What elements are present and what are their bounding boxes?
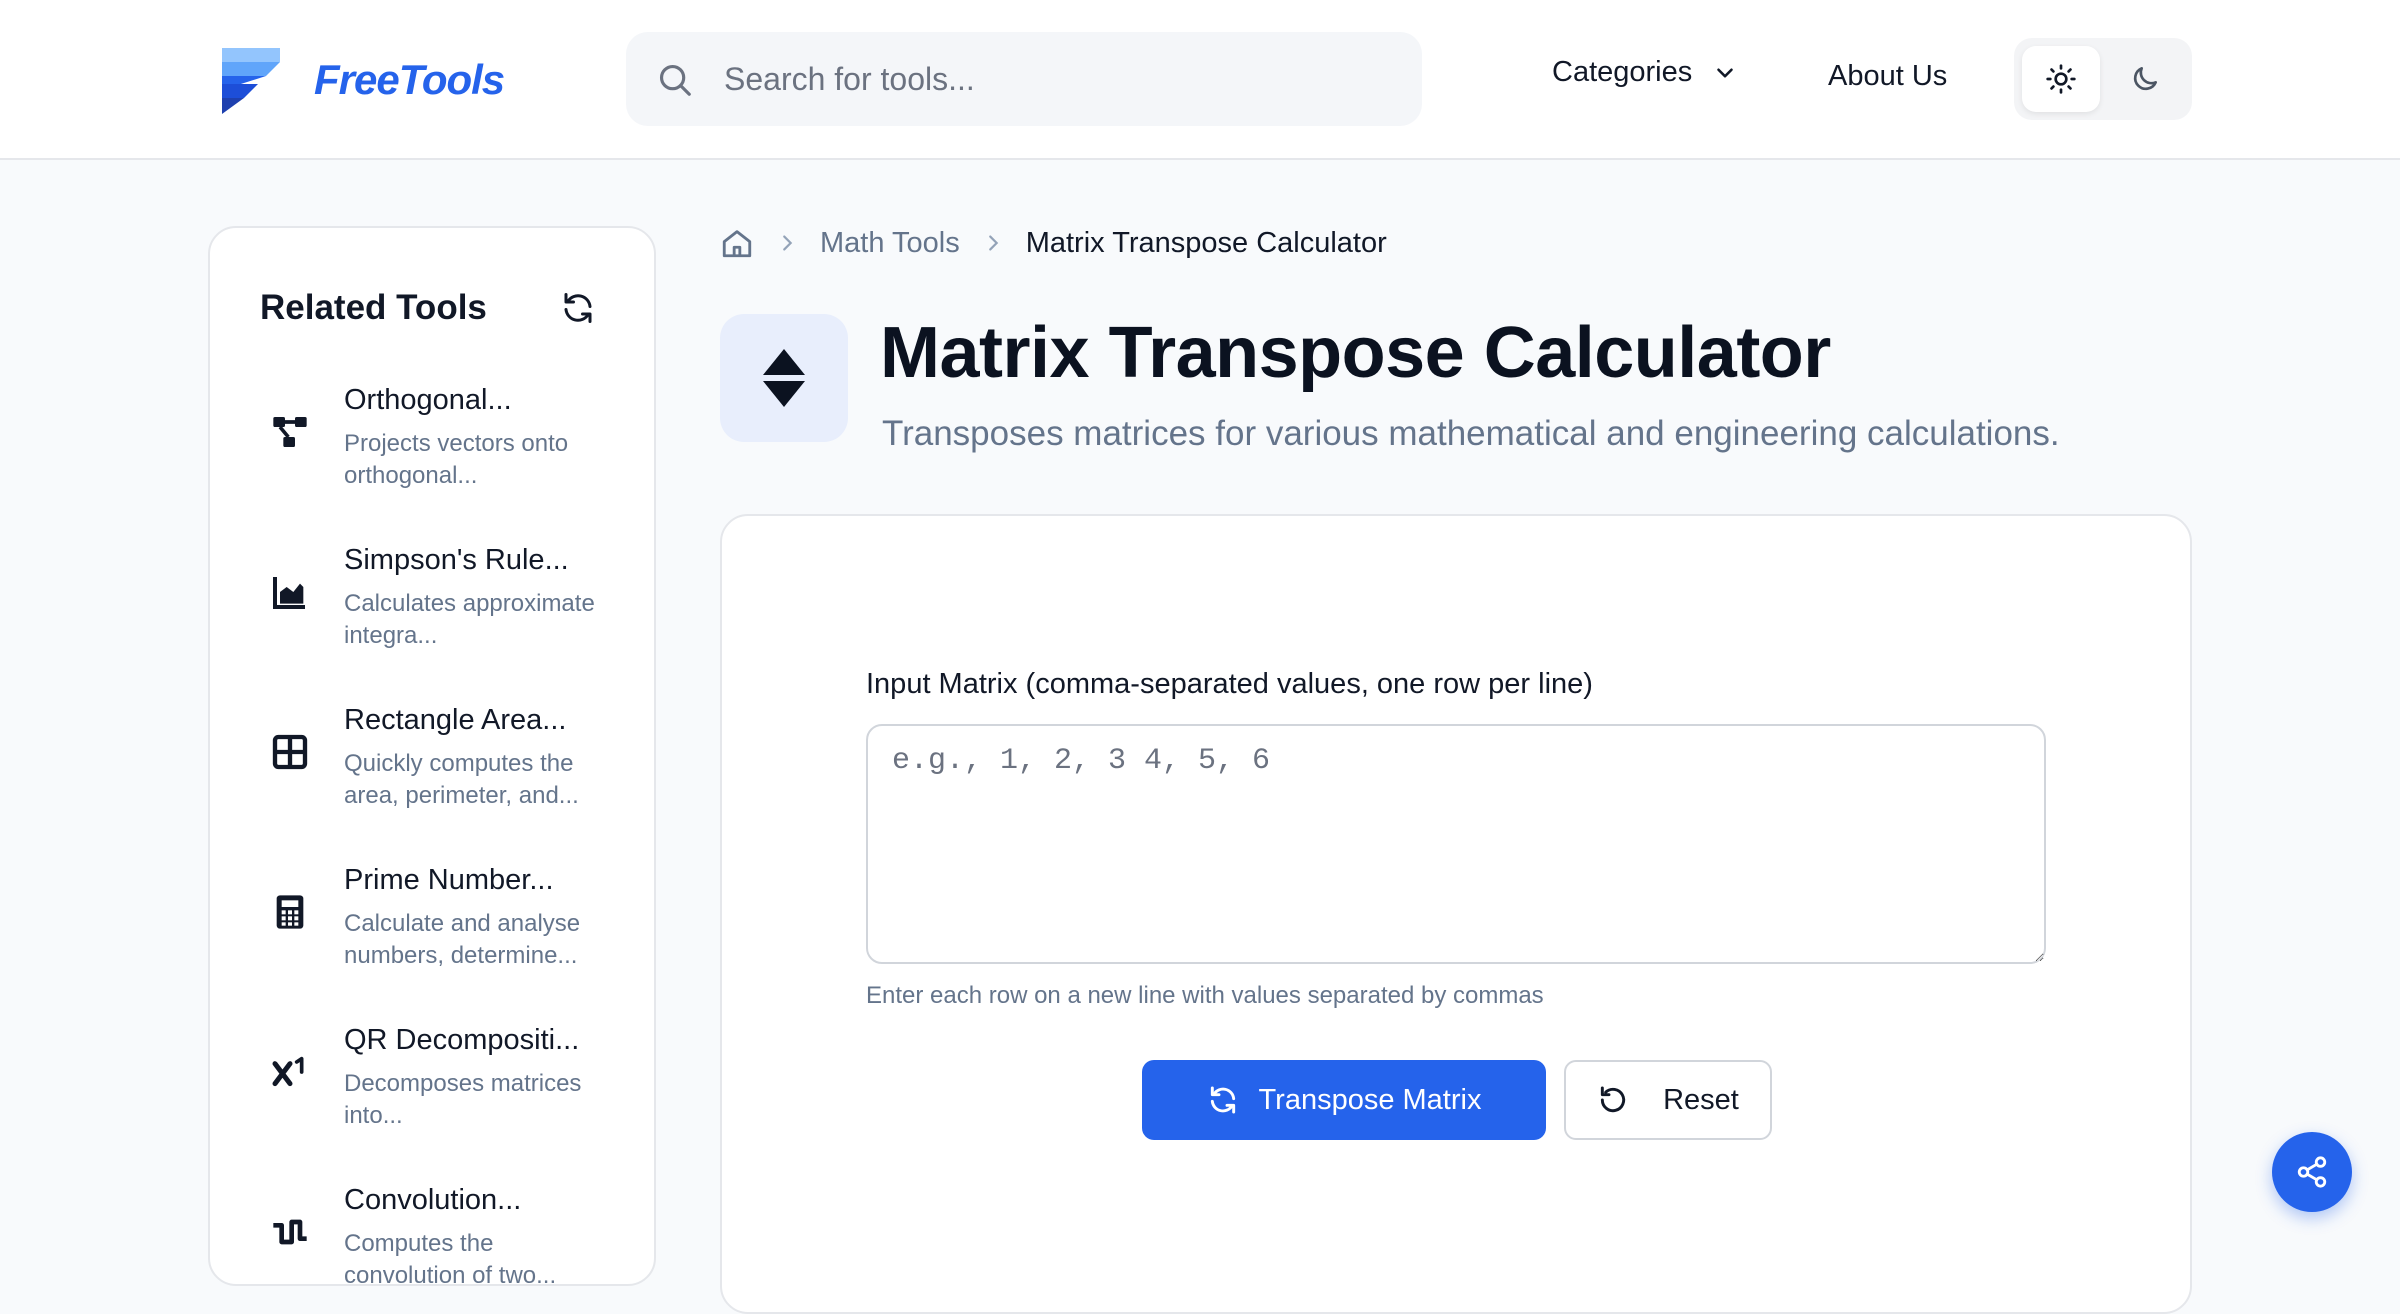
grid-table-icon (272, 734, 308, 770)
tool-card: Input Matrix (comma-separated values, on… (720, 514, 2192, 1314)
sidebar-item-qr-decomposition[interactable]: QR Decompositi... Decomposes matrices in… (210, 1012, 654, 1152)
matrix-input[interactable] (866, 724, 2046, 964)
sort-arrows-icon (763, 349, 805, 407)
page-subtitle: Transposes matrices for various mathemat… (882, 414, 2060, 453)
search-icon (659, 64, 691, 96)
nav-about-us[interactable]: About Us (1828, 60, 1947, 93)
matrix-input-label: Input Matrix (comma-separated values, on… (866, 668, 1593, 700)
breadcrumb: Math Tools Matrix Transpose Calculator (720, 226, 1387, 260)
search-bar[interactable] (626, 32, 1422, 126)
breadcrumb-math-tools[interactable]: Math Tools (820, 227, 960, 260)
tool-description: Projects vectors onto orthogonal... (344, 430, 569, 489)
tool-name: Simpson's Rule... (344, 544, 569, 576)
transpose-button-label: Transpose Matrix (1258, 1083, 1482, 1116)
share-icon (2297, 1156, 2327, 1188)
tool-name: Convolution... (344, 1184, 522, 1216)
rotate-ccw-icon (1600, 1086, 1626, 1113)
moon-icon (2133, 67, 2157, 91)
nav-categories[interactable]: Categories (1552, 56, 1738, 89)
theme-toggle (2014, 38, 2192, 120)
tool-description: Calculate and analyse numbers, determine… (344, 910, 581, 969)
top-header: FreeTools Categories About Us (0, 0, 2400, 160)
search-input[interactable] (724, 52, 1384, 106)
breadcrumb-current: Matrix Transpose Calculator (1025, 226, 1387, 259)
freetools-logo-icon (222, 48, 280, 114)
area-chart-icon (273, 577, 305, 609)
sidebar-item-rectangle-area[interactable]: Rectangle Area... Quickly computes the a… (210, 692, 654, 832)
reset-button-label: Reset (1663, 1083, 1739, 1116)
tool-icon-badge (720, 314, 848, 442)
matrix-input-help: Enter each row on a new line with values… (866, 982, 1544, 1009)
sidebar-item-simpsons-rule[interactable]: Simpson's Rule... Calculates approximate… (210, 532, 654, 672)
related-tools-sidebar: Related Tools Orthogonal... Projects vec… (208, 226, 656, 1289)
tool-name: Rectangle Area... (344, 704, 567, 736)
tool-name: Prime Number... (344, 864, 554, 896)
nav-categories-label: Categories (1552, 56, 1693, 88)
sidebar-title: Related Tools (260, 288, 487, 327)
brand-logo[interactable]: FreeTools (218, 44, 505, 116)
tool-description: Computes the convolution of two... (344, 1230, 557, 1289)
home-icon[interactable] (720, 226, 754, 260)
superscript-icon (272, 1056, 304, 1087)
sidebar-item-convolution[interactable]: Convolution... Computes the convolution … (210, 1172, 654, 1312)
tool-description: Calculates approximate integra... (344, 590, 595, 649)
vector-graph-icon (273, 417, 307, 447)
chevron-right-icon (988, 235, 998, 251)
tool-description: Decomposes matrices into... (344, 1070, 582, 1129)
chevron-right-icon (783, 235, 793, 251)
sidebar-item-orthogonal[interactable]: Orthogonal... Projects vectors onto orth… (210, 372, 654, 512)
sidebar-item-prime-number[interactable]: Prime Number... Calculate and analyse nu… (210, 852, 654, 992)
page-title: Matrix Transpose Calculator (880, 313, 1831, 393)
waveform-icon (273, 1219, 307, 1245)
tool-name: QR Decompositi... (344, 1024, 580, 1056)
brand-name: FreeTools (314, 56, 505, 103)
share-button[interactable] (2272, 1132, 2352, 1212)
tool-description: Quickly computes the area, perimeter, an… (344, 750, 579, 809)
refresh-icon[interactable] (560, 290, 596, 326)
tool-name: Orthogonal... (344, 384, 512, 416)
calculator-icon (276, 895, 304, 929)
transpose-matrix-button[interactable]: Transpose Matrix (1142, 1060, 1546, 1140)
dark-mode-button[interactable] (2106, 46, 2184, 112)
reset-button[interactable]: Reset (1564, 1060, 1772, 1140)
sun-icon (2046, 64, 2076, 94)
refresh-icon (1210, 1086, 1235, 1114)
light-mode-button[interactable] (2022, 46, 2100, 112)
chevron-down-icon (1717, 67, 1734, 78)
